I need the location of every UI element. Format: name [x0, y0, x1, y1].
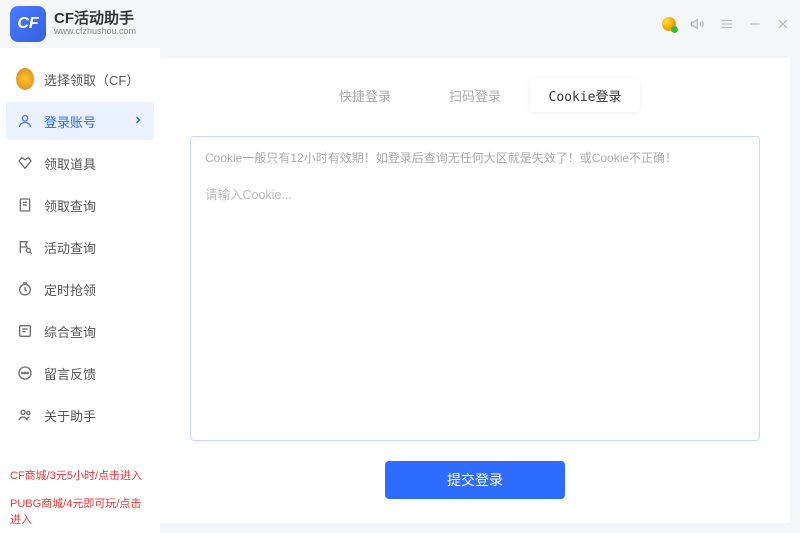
users-icon — [16, 407, 34, 423]
gift-icon — [16, 155, 34, 171]
sidebar-item-label: 选择领取（CF） — [44, 70, 139, 89]
sidebar-item-label: 关于助手 — [44, 406, 96, 425]
sidebar-item-label: 领取查询 — [44, 196, 96, 215]
main-panel: 快捷登录 扫码登录 Cookie登录 Cookie一般只有12小时有效期！如登录… — [160, 58, 790, 523]
flag-search-icon — [16, 239, 34, 255]
chevron-right-icon — [132, 114, 144, 129]
sidebar-item-scheduled[interactable]: 定时抢领 — [0, 270, 160, 308]
app-window: CF CF活动助手 www.cfzhushou.com — [0, 0, 800, 533]
status-indicator-icon[interactable] — [662, 17, 676, 31]
sidebar-item-about[interactable]: 关于助手 — [0, 396, 160, 434]
title-block: CF活动助手 www.cfzhushou.com — [54, 11, 136, 37]
close-icon[interactable] — [776, 17, 790, 31]
tab-qr-login[interactable]: 扫码登录 — [420, 78, 530, 112]
cf-game-icon — [16, 68, 34, 90]
titlebar: CF CF活动助手 www.cfzhushou.com — [0, 0, 800, 48]
app-title: CF活动助手 — [54, 11, 136, 28]
sidebar-item-label: 登录账号 — [44, 112, 96, 131]
cookie-hint: Cookie一般只有12小时有效期！如登录后查询无任何大区就是失效了！或Cook… — [205, 149, 745, 166]
menu-icon[interactable] — [720, 17, 734, 31]
sidebar: 选择领取（CF） 登录账号 领取道具 — [0, 48, 160, 533]
window-controls — [662, 16, 790, 32]
sidebar-item-select-game[interactable]: 选择领取（CF） — [0, 60, 160, 98]
promo-pubg-shop[interactable]: PUBG商城/4元即可玩/点击进入 — [0, 489, 160, 533]
sidebar-item-feedback[interactable]: 留言反馈 — [0, 354, 160, 392]
receipt-icon — [16, 197, 34, 213]
login-tabs: 快捷登录 扫码登录 Cookie登录 — [190, 78, 760, 112]
sidebar-item-label: 领取道具 — [44, 154, 96, 173]
promo-cf-shop[interactable]: CF商城/3元5小时/点击进入 — [0, 461, 160, 489]
clock-icon — [16, 281, 34, 297]
list-search-icon — [16, 323, 34, 339]
sidebar-item-claim-query[interactable]: 领取查询 — [0, 186, 160, 224]
message-icon — [16, 365, 34, 381]
user-icon — [16, 113, 34, 129]
tab-quick-login[interactable]: 快捷登录 — [310, 78, 420, 112]
sidebar-item-label: 留言反馈 — [44, 364, 96, 383]
app-url: www.cfzhushou.com — [54, 27, 136, 37]
sidebar-item-label: 定时抢领 — [44, 280, 96, 299]
sidebar-item-activity-query[interactable]: 活动查询 — [0, 228, 160, 266]
sidebar-item-label: 综合查询 — [44, 322, 96, 341]
sidebar-item-comprehensive[interactable]: 综合查询 — [0, 312, 160, 350]
sidebar-item-claim-items[interactable]: 领取道具 — [0, 144, 160, 182]
submit-login-button[interactable]: 提交登录 — [385, 461, 565, 499]
minimize-icon[interactable] — [748, 17, 762, 31]
sidebar-item-label: 活动查询 — [44, 238, 96, 257]
sidebar-item-login[interactable]: 登录账号 — [6, 102, 154, 140]
tab-cookie-login[interactable]: Cookie登录 — [530, 78, 640, 112]
sound-icon[interactable] — [690, 16, 706, 32]
cookie-box: Cookie一般只有12小时有效期！如登录后查询无任何大区就是失效了！或Cook… — [190, 136, 760, 441]
cookie-input[interactable] — [205, 184, 745, 428]
app-logo: CF — [10, 6, 46, 42]
